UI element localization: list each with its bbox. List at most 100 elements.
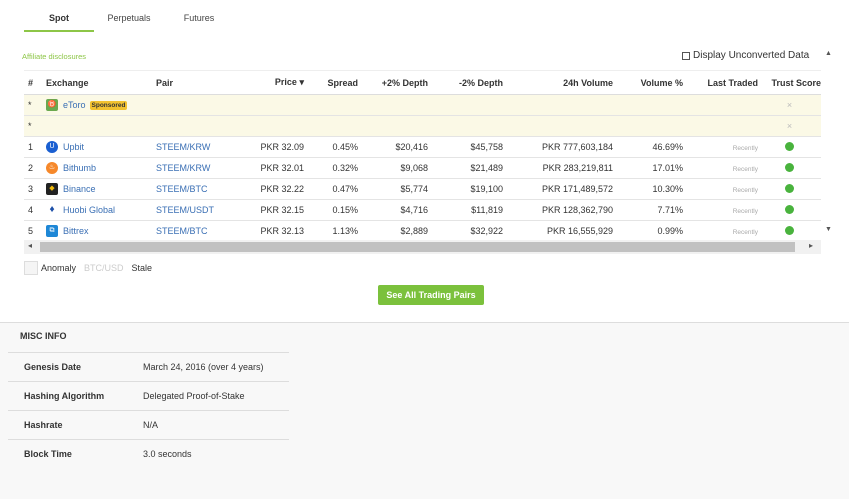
row-num: * xyxy=(24,115,46,137)
scrollbar-thumb[interactable] xyxy=(40,242,795,252)
exchange-cell[interactable]: ♉ eToro Sponsored xyxy=(46,94,156,116)
close-icon[interactable]: × xyxy=(787,100,792,110)
bithumb-icon: ♨ xyxy=(46,162,58,174)
misc-key: Genesis Date xyxy=(24,362,82,372)
close-icon[interactable]: × xyxy=(787,121,792,131)
tab-futures[interactable]: Futures xyxy=(164,0,234,32)
scroll-left-icon[interactable]: ◂ xyxy=(28,241,32,250)
etoro-icon: ♉ xyxy=(46,99,58,111)
exchange-name[interactable]: Upbit xyxy=(63,142,84,152)
volume-cell: PKR 171,489,572 xyxy=(503,178,613,200)
upbit-icon: U xyxy=(46,141,58,153)
depth-minus-cell: $32,922 xyxy=(428,220,503,242)
sponsored-row[interactable]: * ♉ eToro Sponsored × xyxy=(24,94,821,116)
see-all-trading-pairs-button[interactable]: See All Trading Pairs xyxy=(378,285,484,305)
misc-value: Delegated Proof-of-Stake xyxy=(143,391,245,401)
row-num: 1 xyxy=(24,136,46,158)
price-cell: PKR 32.01 xyxy=(246,157,304,179)
misc-value: 3.0 seconds xyxy=(143,449,192,459)
col-spread[interactable]: Spread xyxy=(304,70,358,95)
scroll-right-icon[interactable]: ▸ xyxy=(809,241,813,250)
checkbox-icon[interactable] xyxy=(682,51,690,60)
pair-link[interactable]: STEEM/USDT xyxy=(156,199,246,221)
volume-pct-cell: 10.30% xyxy=(613,178,683,200)
col-depth-plus[interactable]: +2% Depth xyxy=(358,70,428,95)
misc-row: Hashrate N/A xyxy=(8,410,289,439)
depth-plus-cell: $9,068 xyxy=(358,157,428,179)
row-num: 3 xyxy=(24,178,46,200)
misc-info-title: MISC INFO xyxy=(20,331,67,341)
pair-link[interactable]: STEEM/BTC xyxy=(156,178,246,200)
misc-row: Block Time 3.0 seconds xyxy=(8,439,289,468)
last-traded-cell: Recently xyxy=(732,145,758,152)
spread-cell: 0.32% xyxy=(304,157,358,179)
blank-sponsored-row: * × xyxy=(24,115,821,137)
pair-link[interactable]: STEEM/KRW xyxy=(156,157,246,179)
misc-row: Genesis Date March 24, 2016 (over 4 year… xyxy=(8,352,289,381)
col-num: # xyxy=(24,70,46,95)
trust-score-icon xyxy=(785,141,794,151)
table-row[interactable]: 4 ♦ Huobi Global STEEM/USDT PKR 32.15 0.1… xyxy=(24,199,821,221)
exchange-name[interactable]: Huobi Global xyxy=(63,205,115,215)
misc-key: Hashing Algorithm xyxy=(24,391,105,401)
depth-plus-cell: $2,889 xyxy=(358,220,428,242)
col-pair[interactable]: Pair xyxy=(156,70,246,95)
exchange-cell[interactable]: ♨ Bithumb xyxy=(46,157,156,179)
depth-plus-cell: $20,416 xyxy=(358,136,428,158)
spread-cell: 0.47% xyxy=(304,178,358,200)
sort-down-icon: ▾ xyxy=(299,77,304,87)
trust-score-icon xyxy=(785,204,794,214)
exchange-name[interactable]: Bithumb xyxy=(63,163,96,173)
pair-link[interactable]: STEEM/BTC xyxy=(156,220,246,242)
trust-score-icon xyxy=(785,183,794,193)
price-cell: PKR 32.09 xyxy=(246,136,304,158)
pair-link[interactable]: STEEM/KRW xyxy=(156,136,246,158)
affiliate-disclosures-link[interactable]: Affiliate disclosures xyxy=(22,52,86,61)
misc-key: Hashrate xyxy=(24,420,63,430)
col-last-traded[interactable]: Last Traded xyxy=(683,70,758,95)
vertical-scrollbar[interactable]: ▲ ▼ xyxy=(821,46,836,240)
row-num: 4 xyxy=(24,199,46,221)
display-unconverted-toggle[interactable]: Display Unconverted Data xyxy=(682,50,809,61)
exchange-name[interactable]: eToro xyxy=(63,100,86,110)
volume-pct-cell: 0.99% xyxy=(613,220,683,242)
misc-row: Hashing Algorithm Delegated Proof-of-Sta… xyxy=(8,381,289,410)
stale-label: Stale xyxy=(131,263,153,273)
scroll-up-icon[interactable]: ▲ xyxy=(825,50,832,57)
tab-perpetuals[interactable]: Perpetuals xyxy=(94,0,164,32)
volume-cell: PKR 283,219,811 xyxy=(503,157,613,179)
table-row[interactable]: 3 ◆ Binance STEEM/BTC PKR 32.22 0.47% $5,… xyxy=(24,178,821,200)
exchange-name[interactable]: Bittrex xyxy=(63,226,89,236)
price-cell: PKR 32.13 xyxy=(246,220,304,242)
scroll-down-icon[interactable]: ▼ xyxy=(825,226,832,233)
exchange-cell[interactable]: U Upbit xyxy=(46,136,156,158)
exchange-cell[interactable]: ◆ Binance xyxy=(46,178,156,200)
exchange-cell[interactable]: ⧉ Bittrex xyxy=(46,220,156,242)
table-row[interactable]: 2 ♨ Bithumb STEEM/KRW PKR 32.01 0.32% $9,… xyxy=(24,157,821,179)
col-volume-pct[interactable]: Volume % xyxy=(613,70,683,95)
btcusd-label: BTC/USD xyxy=(84,263,124,273)
col-volume[interactable]: 24h Volume xyxy=(503,70,613,95)
col-price[interactable]: Price ▾ xyxy=(246,70,304,95)
exchange-cell[interactable]: ♦ Huobi Global xyxy=(46,199,156,221)
exchange-name[interactable]: Binance xyxy=(63,184,96,194)
spread-cell: 0.45% xyxy=(304,136,358,158)
trust-score-icon xyxy=(785,162,794,172)
horizontal-scrollbar[interactable]: ◂ ▸ xyxy=(24,240,821,254)
row-num: 2 xyxy=(24,157,46,179)
table-row[interactable]: 5 ⧉ Bittrex STEEM/BTC PKR 32.13 1.13% $2,… xyxy=(24,220,821,242)
col-exchange[interactable]: Exchange xyxy=(46,70,156,95)
col-trust-score[interactable]: Trust Score xyxy=(758,70,821,95)
depth-plus-cell: $5,774 xyxy=(358,178,428,200)
col-depth-minus[interactable]: -2% Depth xyxy=(428,70,503,95)
tab-spot[interactable]: Spot xyxy=(24,0,94,32)
misc-value: March 24, 2016 (over 4 years) xyxy=(143,362,264,372)
table-legend: Anomaly BTC/USD Stale xyxy=(24,261,152,275)
volume-pct-cell: 17.01% xyxy=(613,157,683,179)
last-traded-cell: Recently xyxy=(732,166,758,173)
market-tabs: Spot Perpetuals Futures xyxy=(24,0,234,32)
table-row[interactable]: 1 U Upbit STEEM/KRW PKR 32.09 0.45% $20,4… xyxy=(24,136,821,158)
row-num: * xyxy=(24,94,46,116)
depth-minus-cell: $21,489 xyxy=(428,157,503,179)
last-traded-cell: Recently xyxy=(732,187,758,194)
